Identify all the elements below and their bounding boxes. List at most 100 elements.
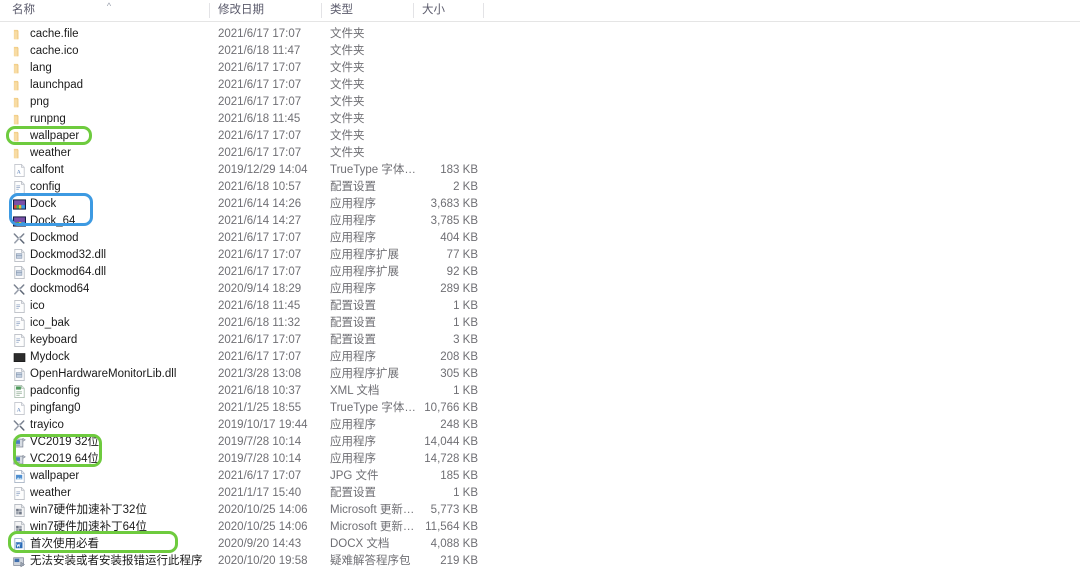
file-size: 185 KB <box>440 470 478 482</box>
table-row[interactable]: 无法安装或者安装报错运行此程序 2020/10/20 19:58 疑难解答程序包 21… <box>0 553 1080 570</box>
msu-update-icon <box>12 503 27 518</box>
file-date-modified: 2021/6/17 17:07 <box>218 96 302 108</box>
table-row[interactable]: weather 2021/6/17 17:07 文件夹 <box>0 145 1080 162</box>
file-name: weather <box>30 147 71 159</box>
table-row[interactable]: runpng 2021/6/18 11:45 文件夹 <box>0 111 1080 128</box>
folder-icon <box>12 112 27 127</box>
installer-icon <box>12 435 27 450</box>
file-name: lang <box>30 62 52 74</box>
table-row[interactable]: wallpaper 2021/6/17 17:07 文件夹 <box>0 128 1080 145</box>
file-type: 应用程序扩展 <box>330 368 399 380</box>
troubleshoot-icon <box>12 554 27 569</box>
table-row[interactable]: cache.ico 2021/6/18 11:47 文件夹 <box>0 43 1080 60</box>
file-explorer-window: 名称 ^ 修改日期 类型 大小 cache.file 2021/6/17 17:0… <box>0 0 1080 570</box>
file-size: 219 KB <box>440 555 478 567</box>
table-row[interactable]: Acalfont2019/12/29 14:04TrueType 字体文件183… <box>0 162 1080 179</box>
table-row[interactable]: win7硬件加速补丁32位 2020/10/25 14:06 Microsoft 更… <box>0 502 1080 519</box>
file-type: 应用程序 <box>330 351 376 363</box>
file-name: wallpaper <box>30 470 80 482</box>
table-row[interactable]: png 2021/6/17 17:07 文件夹 <box>0 94 1080 111</box>
file-date-modified: 2019/7/28 10:14 <box>218 436 302 448</box>
file-name: png <box>30 96 50 108</box>
file-name: VC2019 32位 <box>30 436 100 448</box>
file-type: 配置设置 <box>330 317 376 329</box>
file-name: launchpad <box>30 79 84 91</box>
config-file-icon <box>12 316 27 331</box>
table-row[interactable]: trayico 2019/10/17 19:44 应用程序 248 KB <box>0 417 1080 434</box>
table-row[interactable]: keyboard 2021/6/17 17:07 配置设置 3 KB <box>0 332 1080 349</box>
file-name: pingfang0 <box>30 402 81 414</box>
file-name: VC2019 64位 <box>30 453 100 465</box>
table-row[interactable]: OpenHardwareMonitorLib.dll 2021/3/28 13:0… <box>0 366 1080 383</box>
table-row[interactable]: Apingfang02021/1/25 18:55TrueType 字体文件10… <box>0 400 1080 417</box>
table-row[interactable]: weather 2021/1/17 15:40 配置设置 1 KB <box>0 485 1080 502</box>
file-date-modified: 2021/6/14 14:26 <box>218 198 302 210</box>
file-date-modified: 2019/10/17 19:44 <box>218 419 308 431</box>
column-divider-name[interactable] <box>209 3 210 18</box>
table-row[interactable]: Mydock 2021/6/17 17:07 应用程序 208 KB <box>0 349 1080 366</box>
column-divider-date[interactable] <box>321 3 322 18</box>
table-row[interactable]: win7硬件加速补丁64位 2020/10/25 14:06 Microsoft 更… <box>0 519 1080 536</box>
file-date-modified: 2021/6/17 17:07 <box>218 130 302 142</box>
file-name: config <box>30 181 61 193</box>
file-type: 文件夹 <box>330 62 365 74</box>
file-name: padconfig <box>30 385 80 397</box>
file-type: 配置设置 <box>330 487 376 499</box>
table-row[interactable]: cache.file 2021/6/17 17:07 文件夹 <box>0 26 1080 43</box>
config-file-icon <box>12 299 27 314</box>
table-row[interactable]: 首次使用必看 2020/9/20 14:43 DOCX 文档 4,088 KB <box>0 536 1080 553</box>
file-type: 配置设置 <box>330 181 376 193</box>
file-name: Dock <box>30 198 57 210</box>
table-row[interactable]: Dockmod32.dll 2021/6/17 17:07 应用程序扩展 77 KB <box>0 247 1080 264</box>
file-type: 应用程序 <box>330 232 376 244</box>
table-row[interactable]: lang 2021/6/17 17:07 文件夹 <box>0 60 1080 77</box>
table-row[interactable]: padconfig 2021/6/18 10:37 XML 文档 1 KB <box>0 383 1080 400</box>
file-name: dockmod64 <box>30 283 90 295</box>
table-row[interactable]: VC2019 64位 2019/7/28 10:14 应用程序 14,728 KB <box>0 451 1080 468</box>
table-row[interactable]: Dockmod 2021/6/17 17:07 应用程序 404 KB <box>0 230 1080 247</box>
file-size: 1 KB <box>453 385 478 397</box>
file-date-modified: 2020/10/20 19:58 <box>218 555 308 567</box>
config-file-icon <box>12 180 27 195</box>
xml-file-icon <box>12 384 27 399</box>
table-row[interactable]: ico 2021/6/18 11:45 配置设置 1 KB <box>0 298 1080 315</box>
table-row[interactable]: Dock_64 2021/6/14 14:27 应用程序 3,785 KB <box>0 213 1080 230</box>
file-size: 11,564 KB <box>425 521 478 533</box>
dock-app-icon <box>12 214 27 229</box>
file-date-modified: 2021/6/17 17:07 <box>218 334 302 346</box>
msu-update-icon <box>12 520 27 535</box>
column-header-name[interactable]: 名称 <box>12 0 35 21</box>
file-date-modified: 2021/1/17 15:40 <box>218 487 302 499</box>
column-divider-type[interactable] <box>413 3 414 18</box>
black-app-icon <box>12 350 27 365</box>
file-type: 文件夹 <box>330 130 365 142</box>
file-date-modified: 2021/6/17 17:07 <box>218 62 302 74</box>
config-file-icon <box>12 333 27 348</box>
column-header-type[interactable]: 类型 <box>330 0 353 21</box>
file-name: 无法安装或者安装报错运行此程序 <box>30 555 203 567</box>
folder-icon <box>12 95 27 110</box>
table-row[interactable]: wallpaper 2021/6/17 17:07 JPG 文件 185 KB <box>0 468 1080 485</box>
column-header-size[interactable]: 大小 <box>422 0 445 21</box>
table-row[interactable]: launchpad 2021/6/17 17:07 文件夹 <box>0 77 1080 94</box>
table-row[interactable]: VC2019 32位 2019/7/28 10:14 应用程序 14,044 KB <box>0 434 1080 451</box>
file-date-modified: 2021/6/17 17:07 <box>218 351 302 363</box>
file-date-modified: 2021/6/14 14:27 <box>218 215 302 227</box>
font-file-icon: A <box>12 163 27 178</box>
column-divider-size[interactable] <box>483 3 484 18</box>
file-type: 配置设置 <box>330 334 376 346</box>
image-file-icon <box>12 469 27 484</box>
file-type: 应用程序 <box>330 436 376 448</box>
file-date-modified: 2020/9/20 14:43 <box>218 538 302 550</box>
table-row[interactable]: config 2021/6/18 10:57 配置设置 2 KB <box>0 179 1080 196</box>
file-size <box>400 128 478 145</box>
file-size: 92 KB <box>446 266 478 278</box>
file-size <box>400 60 478 77</box>
table-row[interactable]: ico_bak 2021/6/18 11:32 配置设置 1 KB <box>0 315 1080 332</box>
column-header-date-modified[interactable]: 修改日期 <box>218 0 264 21</box>
table-row[interactable]: Dockmod64.dll 2021/6/17 17:07 应用程序扩展 92 KB <box>0 264 1080 281</box>
table-row[interactable]: Dock 2021/6/14 14:26 应用程序 3,683 KB <box>0 196 1080 213</box>
folder-icon <box>12 78 27 93</box>
table-row[interactable]: dockmod64 2020/9/14 18:29 应用程序 289 KB <box>0 281 1080 298</box>
file-type: 配置设置 <box>330 300 376 312</box>
